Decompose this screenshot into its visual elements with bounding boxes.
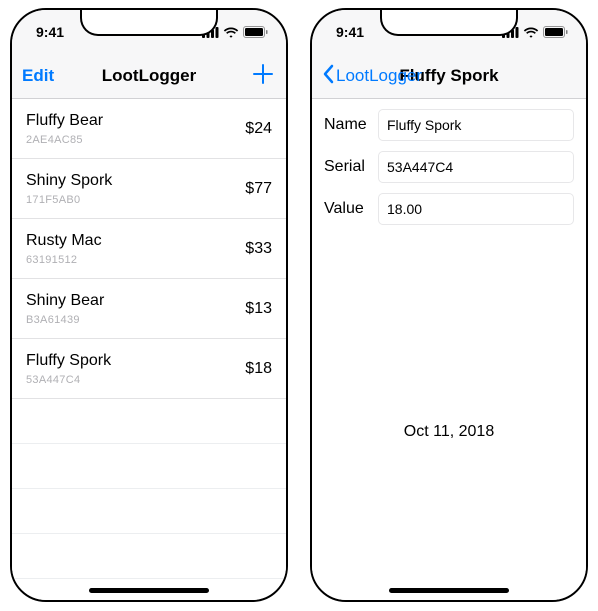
item-name: Shiny Bear [26, 292, 104, 310]
table-row[interactable]: Shiny Spork 171F5AB0 $77 [12, 159, 286, 219]
label-name: Name [324, 116, 378, 134]
battery-icon [243, 26, 268, 38]
item-serial: 63191512 [26, 254, 102, 266]
item-price: $33 [245, 240, 272, 258]
back-label: LootLogger [336, 66, 422, 86]
item-serial: 171F5AB0 [26, 194, 112, 206]
empty-row [12, 444, 286, 489]
item-name: Fluffy Bear [26, 112, 103, 130]
label-value: Value [324, 200, 378, 218]
item-price: $13 [245, 300, 272, 318]
row-left: Shiny Bear B3A61439 [26, 292, 104, 326]
date-label: Oct 11, 2018 [312, 423, 586, 441]
edit-button[interactable]: Edit [22, 66, 54, 86]
phone-detail: 9:41 LootLogger Fluffy Spork Name Fl [310, 8, 588, 602]
table-row[interactable]: Fluffy Bear 2AE4AC85 $24 [12, 99, 286, 159]
table-row[interactable]: Fluffy Spork 53A447C4 $18 [12, 339, 286, 399]
item-name: Rusty Mac [26, 232, 102, 250]
item-serial: B3A61439 [26, 314, 104, 326]
serial-field[interactable]: 53A447C4 [378, 151, 574, 183]
row-left: Shiny Spork 171F5AB0 [26, 172, 112, 206]
form-row-value: Value 18.00 [324, 193, 574, 225]
table-row[interactable]: Shiny Bear B3A61439 $13 [12, 279, 286, 339]
table-row[interactable]: Rusty Mac 63191512 $33 [12, 219, 286, 279]
home-indicator[interactable] [389, 588, 509, 593]
add-button[interactable] [252, 63, 274, 89]
item-price: $77 [245, 180, 272, 198]
item-price: $24 [245, 120, 272, 138]
label-serial: Serial [324, 158, 378, 176]
status-time: 9:41 [36, 24, 64, 40]
row-left: Fluffy Bear 2AE4AC85 [26, 112, 103, 146]
item-name: Fluffy Spork [26, 352, 111, 370]
nav-bar: LootLogger Fluffy Spork [312, 54, 586, 99]
row-left: Rusty Mac 63191512 [26, 232, 102, 266]
phone-list: 9:41 Edit LootLogger Fluffy Bear 2AE4AC85… [10, 8, 288, 602]
row-left: Fluffy Spork 53A447C4 [26, 352, 111, 386]
item-serial: 53A447C4 [26, 374, 111, 386]
battery-icon [543, 26, 568, 38]
chevron-left-icon [322, 64, 334, 89]
item-price: $18 [245, 360, 272, 378]
plus-icon [252, 63, 274, 85]
empty-row [12, 399, 286, 444]
detail-content: Name Fluffy Spork Serial 53A447C4 Value … [312, 99, 586, 600]
device-notch [380, 8, 518, 36]
wifi-icon [523, 27, 539, 38]
name-field[interactable]: Fluffy Spork [378, 109, 574, 141]
item-serial: 2AE4AC85 [26, 134, 103, 146]
home-indicator[interactable] [89, 588, 209, 593]
status-time: 9:41 [336, 24, 364, 40]
device-notch [80, 8, 218, 36]
empty-row [12, 534, 286, 579]
wifi-icon [223, 27, 239, 38]
list-content[interactable]: Fluffy Bear 2AE4AC85 $24 Shiny Spork 171F5AB… [12, 99, 286, 600]
nav-title: LootLogger [22, 66, 276, 86]
value-field[interactable]: 18.00 [378, 193, 574, 225]
detail-form: Name Fluffy Spork Serial 53A447C4 Value … [312, 99, 586, 235]
nav-bar: Edit LootLogger [12, 54, 286, 99]
item-name: Shiny Spork [26, 172, 112, 190]
form-row-serial: Serial 53A447C4 [324, 151, 574, 183]
form-row-name: Name Fluffy Spork [324, 109, 574, 141]
back-button[interactable]: LootLogger [322, 64, 422, 89]
empty-row [12, 489, 286, 534]
